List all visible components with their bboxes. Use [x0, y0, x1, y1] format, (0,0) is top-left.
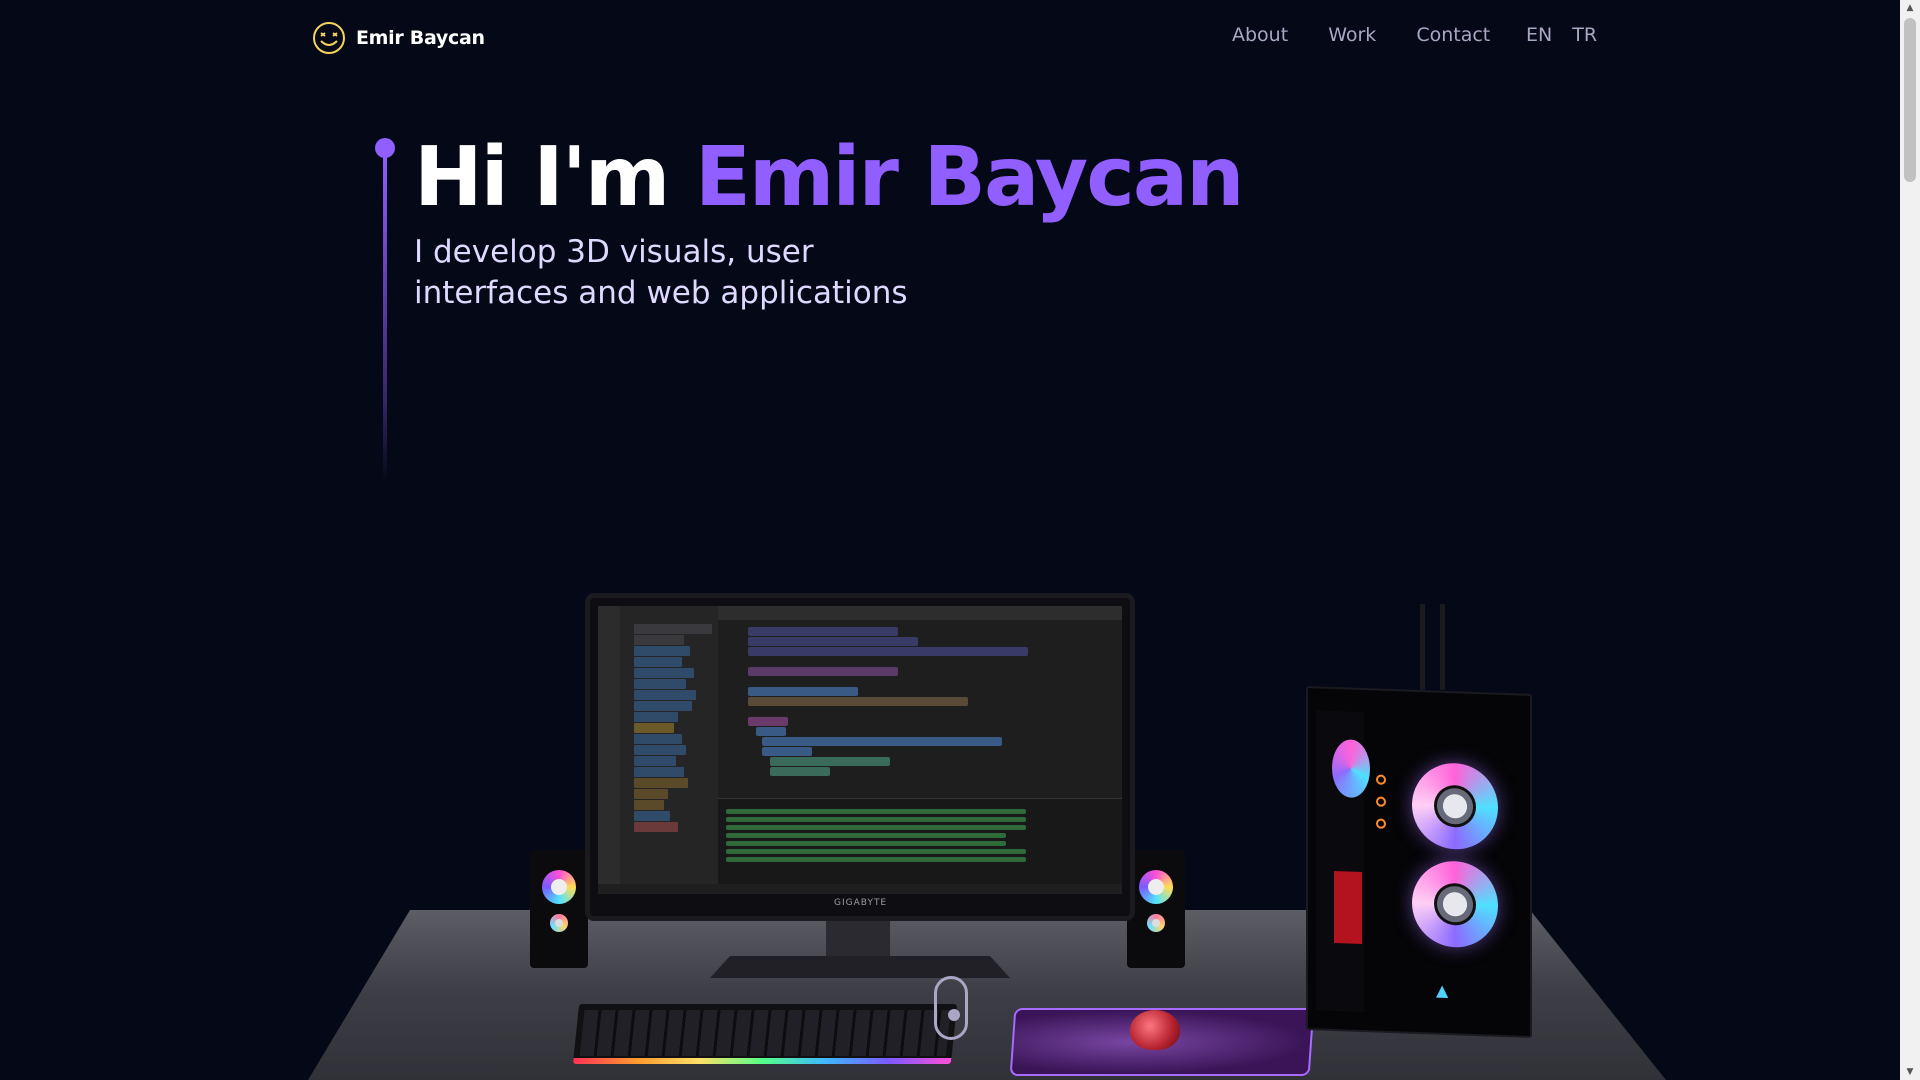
hero-accent-line — [375, 138, 397, 482]
language-tr[interactable]: TR — [1572, 24, 1597, 46]
speaker-woofer — [542, 870, 576, 904]
wifi-antenna — [1420, 604, 1425, 690]
keyboard — [572, 1004, 958, 1064]
mouse — [1130, 1010, 1180, 1050]
pc-led — [1376, 774, 1386, 785]
language-en[interactable]: EN — [1526, 24, 1552, 46]
pc-side-fan — [1332, 738, 1370, 799]
language-switcher: EN TR — [1526, 24, 1597, 46]
editor-file-explorer — [620, 606, 718, 894]
pc-led — [1376, 796, 1386, 807]
page-scrollbar[interactable]: ▲ ▼ — [1900, 0, 1920, 1080]
pc-front-leds — [1376, 774, 1388, 840]
editor-activity-bar — [598, 606, 620, 894]
left-speaker — [530, 850, 588, 968]
hero-subtitle-line2: interfaces and web applications — [414, 275, 908, 311]
nav-link-about[interactable]: About — [1232, 24, 1288, 46]
aorus-logo-icon: ▲ — [1436, 980, 1449, 1001]
nav-link-contact[interactable]: Contact — [1416, 24, 1490, 46]
keyboard-rgb-strip — [572, 1058, 952, 1064]
pc-gpu-red — [1334, 871, 1362, 945]
hero-subtitle: I develop 3D visuals, user interfaces an… — [414, 232, 934, 314]
pc-led — [1376, 818, 1386, 829]
hero-title: Hi I'm Emir Baycan — [414, 128, 1245, 228]
monitor-base — [710, 956, 1010, 978]
scroll-down-arrow-icon[interactable]: ▼ — [1900, 1064, 1920, 1080]
scroll-up-arrow-icon[interactable]: ▲ — [1900, 0, 1920, 16]
monitor: GIGABYTE — [590, 598, 1130, 916]
hero-subtitle-line1: I develop 3D visuals, user — [414, 234, 814, 270]
right-speaker — [1127, 850, 1185, 968]
brand-link[interactable]: Emir Baycan — [312, 20, 485, 56]
hero-greeting: Hi I'm — [414, 130, 695, 225]
pc-side-glass — [1316, 710, 1370, 1013]
editor-code-area — [718, 626, 1122, 784]
nav-link-work[interactable]: Work — [1328, 24, 1376, 46]
smiley-face-icon — [313, 22, 345, 54]
pc-fan-bottom — [1412, 859, 1498, 949]
editor-tabs — [718, 606, 1122, 620]
scroll-dot — [948, 1009, 960, 1021]
navbar: Emir Baycan About Work Contact EN TR — [0, 0, 1900, 78]
mouse-scroll-icon[interactable] — [934, 976, 968, 1040]
editor-status-bar — [598, 884, 1122, 894]
hero-name: Emir Baycan — [694, 130, 1245, 225]
scrollbar-thumb[interactable] — [1904, 18, 1916, 182]
pc-case: ▲ — [1306, 686, 1532, 1038]
wifi-antenna — [1440, 604, 1445, 690]
pc-fan-top — [1412, 761, 1498, 851]
hero-accent-stem — [383, 152, 387, 482]
speaker-woofer — [1139, 870, 1173, 904]
nav-links: About Work Contact — [1232, 24, 1490, 46]
monitor-brand-label: GIGABYTE — [834, 898, 888, 908]
monitor-screen — [598, 606, 1122, 894]
speaker-tweeter — [1147, 914, 1165, 932]
editor-terminal — [718, 798, 1122, 884]
keyboard-keys — [579, 1010, 951, 1056]
brand-name: Emir Baycan — [356, 27, 485, 49]
speaker-tweeter — [550, 914, 568, 932]
